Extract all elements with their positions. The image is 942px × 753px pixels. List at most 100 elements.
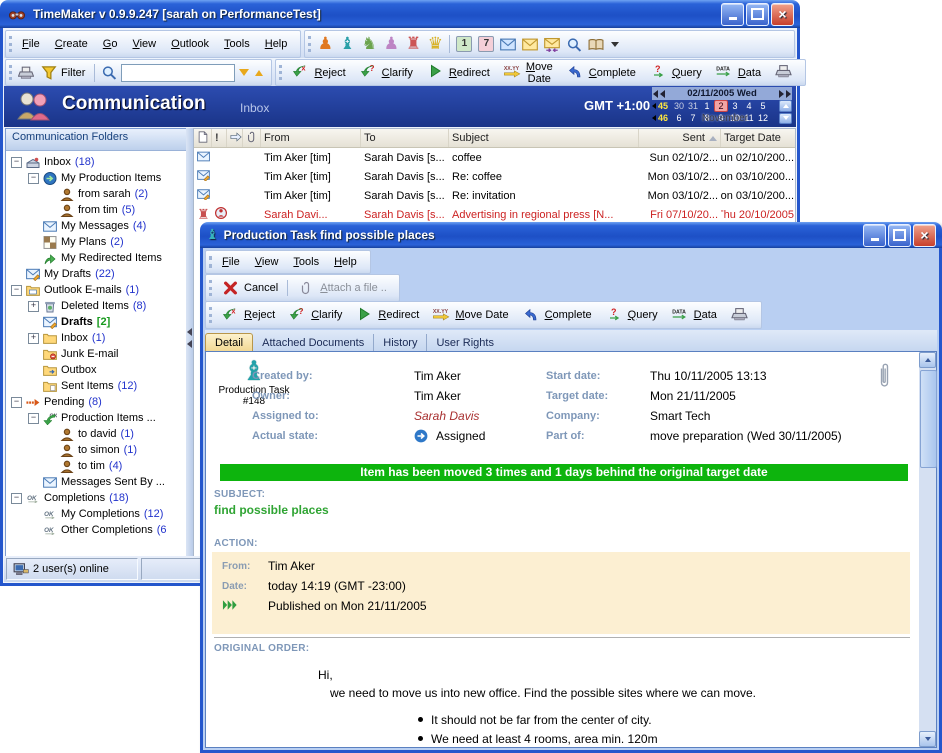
col-icon-header[interactable] <box>194 129 212 147</box>
folder-my-production-items[interactable]: −My Production Items <box>6 170 186 186</box>
menu-outlook[interactable]: Outlook <box>164 35 216 53</box>
folder-my-drafts[interactable]: My Drafts(22) <box>6 266 186 282</box>
menu-go[interactable]: Go <box>96 35 125 53</box>
users-icon[interactable] <box>12 90 56 122</box>
clarify-button[interactable]: ?Clarify <box>282 306 348 325</box>
reject-button[interactable]: xReject <box>285 63 351 82</box>
close-button[interactable]: × <box>771 3 794 26</box>
data-button[interactable]: DATAData <box>709 63 767 82</box>
folder-inbox[interactable]: +Inbox(1) <box>6 330 186 346</box>
calendar-scroll-down[interactable] <box>779 113 792 125</box>
minimize-button[interactable] <box>721 3 744 26</box>
folder-from-sarah[interactable]: from sarah(2) <box>6 186 186 202</box>
folder-sent-items[interactable]: Sent Items(12) <box>6 378 186 394</box>
expander-expand-icon[interactable]: + <box>28 301 39 312</box>
search-prev-icon[interactable] <box>255 70 263 76</box>
search-input[interactable] <box>121 64 235 82</box>
calendar-next-icon[interactable] <box>779 90 784 98</box>
attach-file-button[interactable]: Attach a file .. <box>291 280 393 296</box>
search-next-icon[interactable] <box>239 69 249 76</box>
folder-other-completions[interactable]: OKOther Completions(6 <box>6 522 186 538</box>
mail-row[interactable]: Tim Aker [tim]Sarah Davis [s...Re: invit… <box>194 186 795 205</box>
folder-to-tim[interactable]: to tim(4) <box>6 458 186 474</box>
folder-messages-sent-by[interactable]: Messages Sent By ... <box>6 474 186 490</box>
query-button[interactable]: ?Query <box>643 63 708 82</box>
printer-button[interactable] <box>768 63 799 82</box>
calendar-day[interactable]: 31 <box>686 101 700 111</box>
clarify-button[interactable]: ?Clarify <box>353 63 419 82</box>
calendar-scroll-up[interactable] <box>779 100 792 112</box>
data-button[interactable]: DATAData <box>665 306 723 325</box>
folder-completions[interactable]: −OKCompletions(18) <box>6 490 186 506</box>
folder-to-simon[interactable]: to simon(1) <box>6 442 186 458</box>
calendar-grid[interactable]: 45303112345466789101112November <box>652 100 792 124</box>
filter-label[interactable]: Filter <box>61 67 85 79</box>
folder-my-completions[interactable]: OKMy Completions(12) <box>6 506 186 522</box>
move-date-button[interactable]: XX.YYMove Date <box>426 306 514 325</box>
folder-my-messages[interactable]: My Messages(4) <box>6 218 186 234</box>
calendar-day[interactable]: 30 <box>672 101 686 111</box>
folder-drafts[interactable]: Drafts[2] <box>6 314 186 330</box>
folder-from-tim[interactable]: from tim(5) <box>6 202 186 218</box>
col-forward-header[interactable] <box>227 129 243 147</box>
calendar-day[interactable]: 4 <box>742 101 756 111</box>
tab-user-rights[interactable]: User Rights <box>426 334 502 351</box>
scroll-down-icon[interactable] <box>919 731 936 747</box>
col-to-header[interactable]: To <box>361 129 449 147</box>
reject-button[interactable]: xReject <box>215 306 281 325</box>
menu-help[interactable]: Help <box>327 253 364 271</box>
cancel-button[interactable]: Cancel <box>215 280 284 296</box>
expander-collapse-icon[interactable]: − <box>28 173 39 184</box>
tab-attached-documents[interactable]: Attached Documents <box>253 334 373 351</box>
tab-detail[interactable]: Detail <box>205 333 253 351</box>
filter-icon[interactable] <box>38 62 60 83</box>
toolbar-overflow-icon[interactable] <box>611 42 619 47</box>
main-titlebar[interactable]: TimeMaker v 0.9.9.247 [sarah on Performa… <box>0 0 800 28</box>
menu-view[interactable]: View <box>248 253 286 271</box>
mail-transfer-icon[interactable] <box>541 34 563 55</box>
redirect-button[interactable]: Redirect <box>420 63 496 82</box>
scrollbar-thumb[interactable] <box>920 370 937 468</box>
folder-outbox[interactable]: Outbox <box>6 362 186 378</box>
mail-blue-icon[interactable] <box>497 34 519 55</box>
calendar-1-icon[interactable]: 1 <box>453 34 475 55</box>
expander-collapse-icon[interactable]: − <box>11 493 22 504</box>
menu-create[interactable]: Create <box>48 35 95 53</box>
printer-button[interactable] <box>724 306 755 325</box>
queen-yellow-icon[interactable]: ♛ <box>424 34 446 55</box>
move-date-button[interactable]: XX.YYMove Date <box>497 60 559 86</box>
calendar-header[interactable]: 02/11/2005 Wed <box>652 87 792 100</box>
complete-button[interactable]: Complete <box>516 306 598 325</box>
calendar-7-icon[interactable]: 7 <box>475 34 497 55</box>
query-button[interactable]: ?Query <box>599 306 664 325</box>
calendar-day[interactable]: 2 <box>714 100 728 112</box>
mail-yellow-icon[interactable] <box>519 34 541 55</box>
mail-row[interactable]: Tim Aker [tim]Sarah Davis [s...coffeeSun… <box>194 148 795 167</box>
redirect-button[interactable]: Redirect <box>349 306 425 325</box>
dialog-maximize-button[interactable] <box>888 224 911 247</box>
folder-to-david[interactable]: to david(1) <box>6 426 186 442</box>
panel-splitter[interactable] <box>186 128 193 560</box>
menu-help[interactable]: Help <box>258 35 295 53</box>
maximize-button[interactable] <box>746 3 769 26</box>
tab-history[interactable]: History <box>373 334 426 351</box>
dialog-minimize-button[interactable] <box>863 224 886 247</box>
menu-tools[interactable]: Tools <box>286 253 326 271</box>
calendar-prev-icon[interactable] <box>653 90 658 98</box>
bishop-teal-icon[interactable]: ♝ <box>336 34 358 55</box>
printer-icon[interactable] <box>15 62 37 83</box>
dialog-titlebar[interactable]: ♝ Production Task find possible places × <box>200 222 942 248</box>
col-from-header[interactable]: From <box>261 129 361 147</box>
folder-deleted-items[interactable]: +Deleted Items(8) <box>6 298 186 314</box>
calendar-day[interactable]: 5 <box>756 101 770 111</box>
menu-view[interactable]: View <box>125 35 163 53</box>
dialog-scrollbar[interactable] <box>919 352 936 747</box>
col-subject-header[interactable]: Subject <box>449 129 639 147</box>
folder-junk-e-mail[interactable]: Junk E-mail <box>6 346 186 362</box>
folder-inbox[interactable]: −Inbox(18) <box>6 154 186 170</box>
menu-tools[interactable]: Tools <box>217 35 257 53</box>
col-sent-header[interactable]: Sent <box>639 129 721 147</box>
mini-calendar[interactable]: 02/11/2005 Wed 45303112345466789101112No… <box>652 87 792 126</box>
folder-pending[interactable]: −Pending(8) <box>6 394 186 410</box>
col-priority-header[interactable]: ! <box>212 129 227 147</box>
